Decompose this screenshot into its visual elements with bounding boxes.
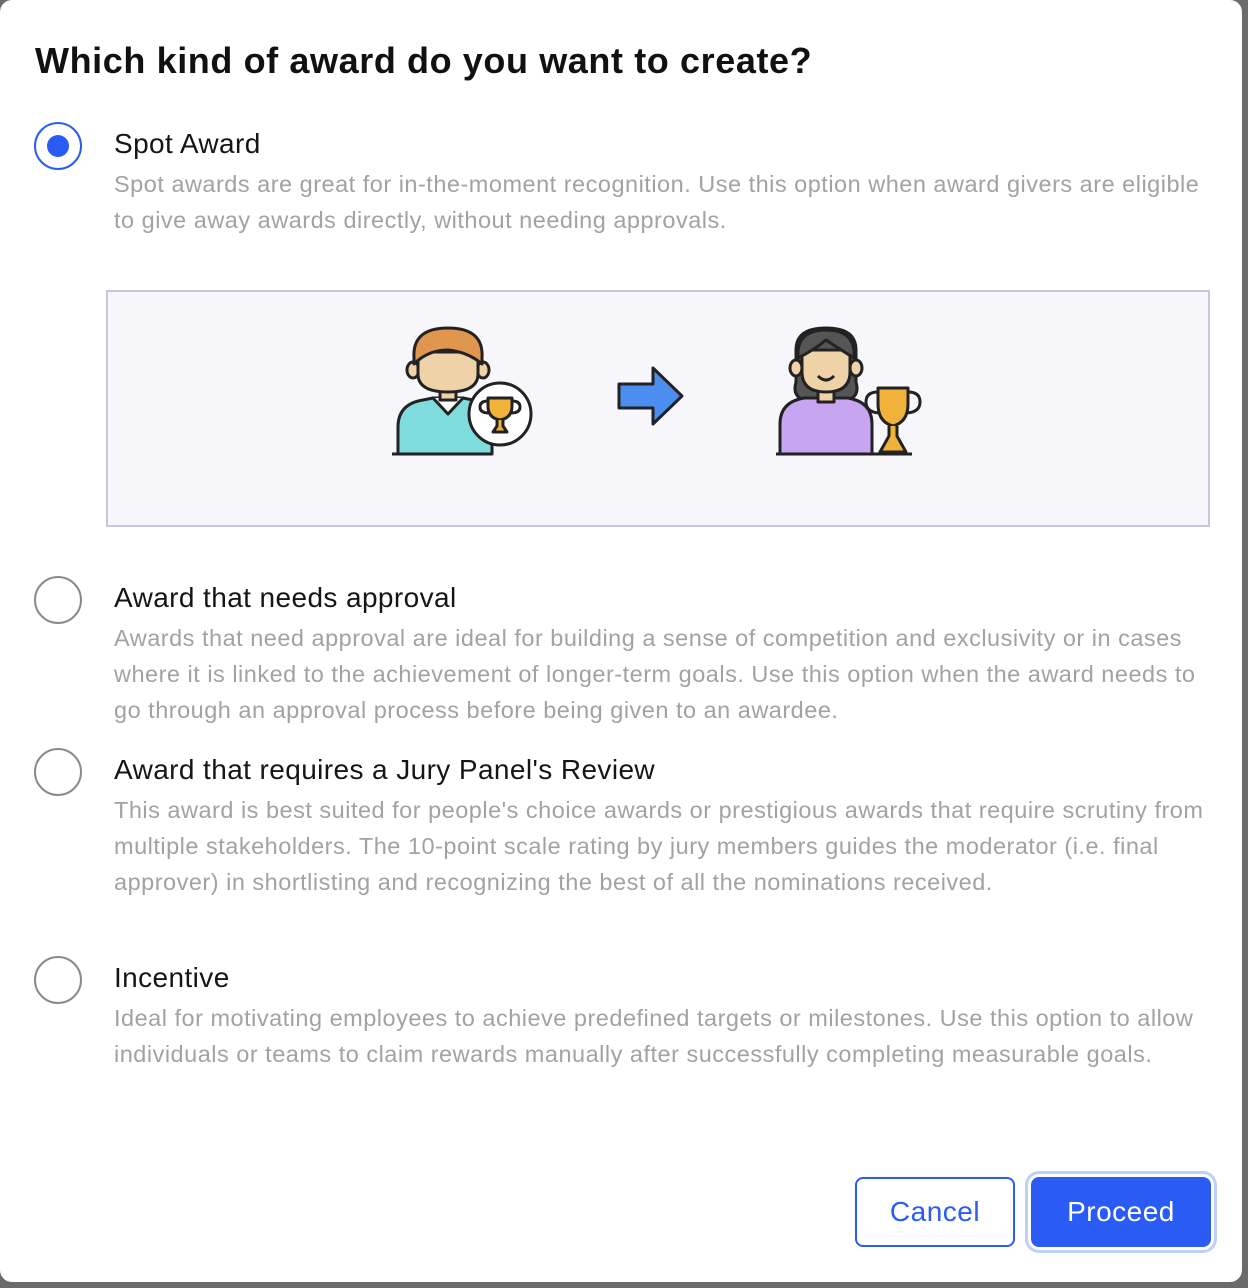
arrow-right-icon <box>617 366 684 426</box>
award-needs-approval-description: Awards that need approval are ideal for … <box>114 625 1196 723</box>
spot-award-illustration <box>106 290 1210 527</box>
jury-panel-review-radio[interactable] <box>34 748 82 796</box>
award-needs-approval-radio[interactable] <box>34 576 82 624</box>
spot-award-description: Spot awards are great for in-the-moment … <box>114 171 1200 233</box>
incentive-radio[interactable] <box>34 956 82 1004</box>
incentive-description: Ideal for motivating employees to achiev… <box>114 1005 1194 1067</box>
spot-award-radio[interactable] <box>34 122 82 170</box>
proceed-button[interactable]: Proceed <box>1031 1177 1211 1247</box>
jury-panel-review-label: Award that requires a Jury Panel's Revie… <box>114 754 656 785</box>
awardee-icon <box>776 326 874 456</box>
incentive-label: Incentive <box>114 962 230 993</box>
cancel-button[interactable]: Cancel <box>855 1177 1015 1247</box>
award-type-dialog: Which kind of award do you want to creat… <box>0 0 1242 1282</box>
award-needs-approval-label: Award that needs approval <box>114 582 457 613</box>
dialog-title: Which kind of award do you want to creat… <box>35 40 813 81</box>
jury-panel-review-description: This award is best suited for people's c… <box>114 797 1204 895</box>
trophy-badge-icon <box>467 381 533 447</box>
trophy-icon <box>864 386 922 456</box>
spot-award-label: Spot Award <box>114 128 261 159</box>
